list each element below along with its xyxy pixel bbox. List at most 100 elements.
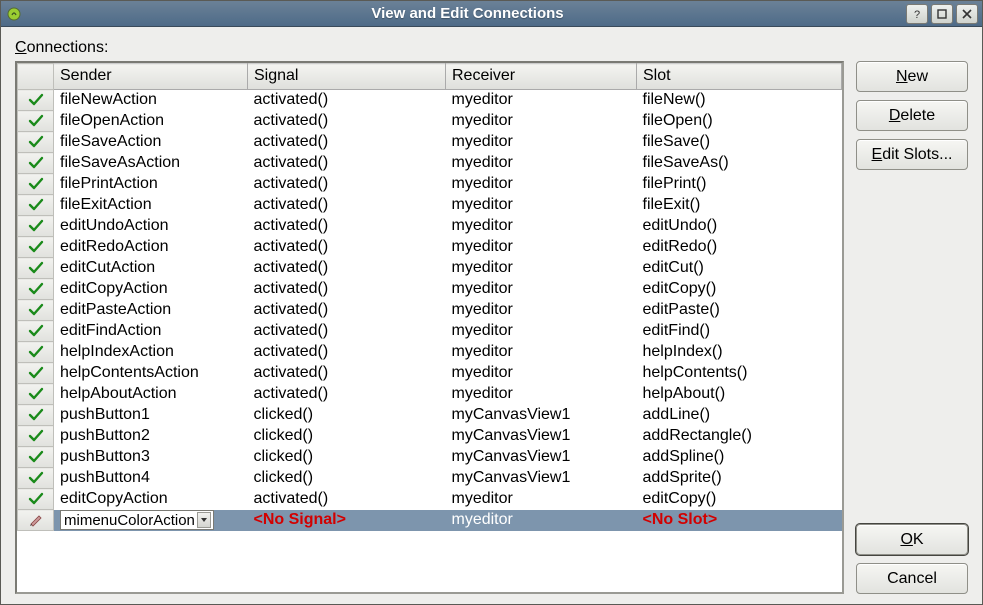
sender-cell[interactable]: editRedoAction: [54, 237, 248, 258]
slot-cell[interactable]: fileNew(): [637, 90, 842, 111]
table-row[interactable]: editUndoActionactivated()myeditoreditUnd…: [18, 216, 842, 237]
table-row[interactable]: fileSaveActionactivated()myeditorfileSav…: [18, 132, 842, 153]
sender-cell[interactable]: filePrintAction: [54, 174, 248, 195]
sender-cell[interactable]: fileSaveAction: [54, 132, 248, 153]
signal-cell[interactable]: activated(): [248, 342, 446, 363]
table-row[interactable]: pushButton2clicked()myCanvasView1addRect…: [18, 426, 842, 447]
receiver-cell[interactable]: myeditor: [446, 279, 637, 300]
column-header-sender[interactable]: Sender: [54, 64, 248, 90]
table-row[interactable]: helpAboutActionactivated()myeditorhelpAb…: [18, 384, 842, 405]
slot-cell[interactable]: addRectangle(): [637, 426, 842, 447]
table-row[interactable]: editCutActionactivated()myeditoreditCut(…: [18, 258, 842, 279]
receiver-cell[interactable]: myeditor: [446, 300, 637, 321]
slot-cell[interactable]: editCut(): [637, 258, 842, 279]
receiver-cell[interactable]: myeditor: [446, 174, 637, 195]
sender-cell[interactable]: editCopyAction: [54, 279, 248, 300]
receiver-cell[interactable]: myeditor: [446, 321, 637, 342]
receiver-cell[interactable]: myeditor: [446, 342, 637, 363]
signal-cell[interactable]: activated(): [248, 258, 446, 279]
slot-cell[interactable]: editCopy(): [637, 489, 842, 510]
signal-cell[interactable]: activated(): [248, 174, 446, 195]
signal-cell[interactable]: <No Signal>: [248, 510, 446, 531]
signal-cell[interactable]: activated(): [248, 111, 446, 132]
signal-cell[interactable]: activated(): [248, 363, 446, 384]
table-row[interactable]: pushButton1clicked()myCanvasView1addLine…: [18, 405, 842, 426]
new-button[interactable]: New: [856, 61, 968, 92]
signal-cell[interactable]: activated(): [248, 489, 446, 510]
close-button[interactable]: [956, 4, 978, 24]
table-row[interactable]: mimenuColorAction<No Signal>myeditor<No …: [18, 510, 842, 531]
sender-cell[interactable]: fileSaveAsAction: [54, 153, 248, 174]
table-row[interactable]: editRedoActionactivated()myeditoreditRed…: [18, 237, 842, 258]
signal-cell[interactable]: clicked(): [248, 426, 446, 447]
slot-cell[interactable]: fileOpen(): [637, 111, 842, 132]
slot-cell[interactable]: helpAbout(): [637, 384, 842, 405]
signal-cell[interactable]: activated(): [248, 300, 446, 321]
slot-cell[interactable]: helpIndex(): [637, 342, 842, 363]
slot-cell[interactable]: fileExit(): [637, 195, 842, 216]
slot-cell[interactable]: editPaste(): [637, 300, 842, 321]
sender-cell[interactable]: pushButton4: [54, 468, 248, 489]
sender-cell[interactable]: mimenuColorAction: [54, 510, 248, 531]
connections-table[interactable]: Sender Signal Receiver Slot fileNewActio…: [17, 63, 842, 531]
slot-cell[interactable]: addSpline(): [637, 447, 842, 468]
sender-combobox[interactable]: mimenuColorAction: [60, 510, 214, 530]
receiver-cell[interactable]: myCanvasView1: [446, 447, 637, 468]
receiver-cell[interactable]: myeditor: [446, 237, 637, 258]
sender-cell[interactable]: pushButton3: [54, 447, 248, 468]
table-row[interactable]: helpIndexActionactivated()myeditorhelpIn…: [18, 342, 842, 363]
sender-cell[interactable]: editCopyAction: [54, 489, 248, 510]
signal-cell[interactable]: activated(): [248, 237, 446, 258]
chevron-down-icon[interactable]: [197, 512, 211, 528]
slot-cell[interactable]: editFind(): [637, 321, 842, 342]
sender-cell[interactable]: helpIndexAction: [54, 342, 248, 363]
receiver-cell[interactable]: myeditor: [446, 384, 637, 405]
receiver-cell[interactable]: myeditor: [446, 90, 637, 111]
slot-cell[interactable]: addSprite(): [637, 468, 842, 489]
signal-cell[interactable]: activated(): [248, 321, 446, 342]
cancel-button[interactable]: Cancel: [856, 563, 968, 594]
column-header-signal[interactable]: Signal: [248, 64, 446, 90]
slot-cell[interactable]: filePrint(): [637, 174, 842, 195]
maximize-button[interactable]: [931, 4, 953, 24]
table-row[interactable]: pushButton3clicked()myCanvasView1addSpli…: [18, 447, 842, 468]
receiver-cell[interactable]: myeditor: [446, 363, 637, 384]
table-row[interactable]: helpContentsActionactivated()myeditorhel…: [18, 363, 842, 384]
sender-cell[interactable]: editPasteAction: [54, 300, 248, 321]
table-row[interactable]: editCopyActionactivated()myeditoreditCop…: [18, 489, 842, 510]
signal-cell[interactable]: clicked(): [248, 447, 446, 468]
table-row[interactable]: fileExitActionactivated()myeditorfileExi…: [18, 195, 842, 216]
receiver-cell[interactable]: myeditor: [446, 195, 637, 216]
table-row[interactable]: fileNewActionactivated()myeditorfileNew(…: [18, 90, 842, 111]
edit-slots-button[interactable]: Edit Slots...: [856, 139, 968, 170]
slot-cell[interactable]: helpContents(): [637, 363, 842, 384]
receiver-cell[interactable]: myeditor: [446, 216, 637, 237]
receiver-cell[interactable]: myeditor: [446, 258, 637, 279]
signal-cell[interactable]: activated(): [248, 384, 446, 405]
receiver-cell[interactable]: myCanvasView1: [446, 468, 637, 489]
receiver-cell[interactable]: myeditor: [446, 111, 637, 132]
sender-cell[interactable]: fileNewAction: [54, 90, 248, 111]
signal-cell[interactable]: clicked(): [248, 468, 446, 489]
slot-cell[interactable]: fileSave(): [637, 132, 842, 153]
signal-cell[interactable]: activated(): [248, 216, 446, 237]
slot-cell[interactable]: editRedo(): [637, 237, 842, 258]
sender-cell[interactable]: fileExitAction: [54, 195, 248, 216]
slot-cell[interactable]: fileSaveAs(): [637, 153, 842, 174]
table-row[interactable]: fileOpenActionactivated()myeditorfileOpe…: [18, 111, 842, 132]
signal-cell[interactable]: activated(): [248, 90, 446, 111]
slot-cell[interactable]: editUndo(): [637, 216, 842, 237]
receiver-cell[interactable]: myeditor: [446, 489, 637, 510]
help-button[interactable]: ?: [906, 4, 928, 24]
receiver-cell[interactable]: myCanvasView1: [446, 426, 637, 447]
column-header-status[interactable]: [18, 64, 54, 90]
column-header-receiver[interactable]: Receiver: [446, 64, 637, 90]
signal-cell[interactable]: clicked(): [248, 405, 446, 426]
sender-cell[interactable]: pushButton2: [54, 426, 248, 447]
slot-cell[interactable]: editCopy(): [637, 279, 842, 300]
signal-cell[interactable]: activated(): [248, 132, 446, 153]
table-row[interactable]: editFindActionactivated()myeditoreditFin…: [18, 321, 842, 342]
sender-cell[interactable]: helpAboutAction: [54, 384, 248, 405]
table-row[interactable]: pushButton4clicked()myCanvasView1addSpri…: [18, 468, 842, 489]
sender-cell[interactable]: editCutAction: [54, 258, 248, 279]
